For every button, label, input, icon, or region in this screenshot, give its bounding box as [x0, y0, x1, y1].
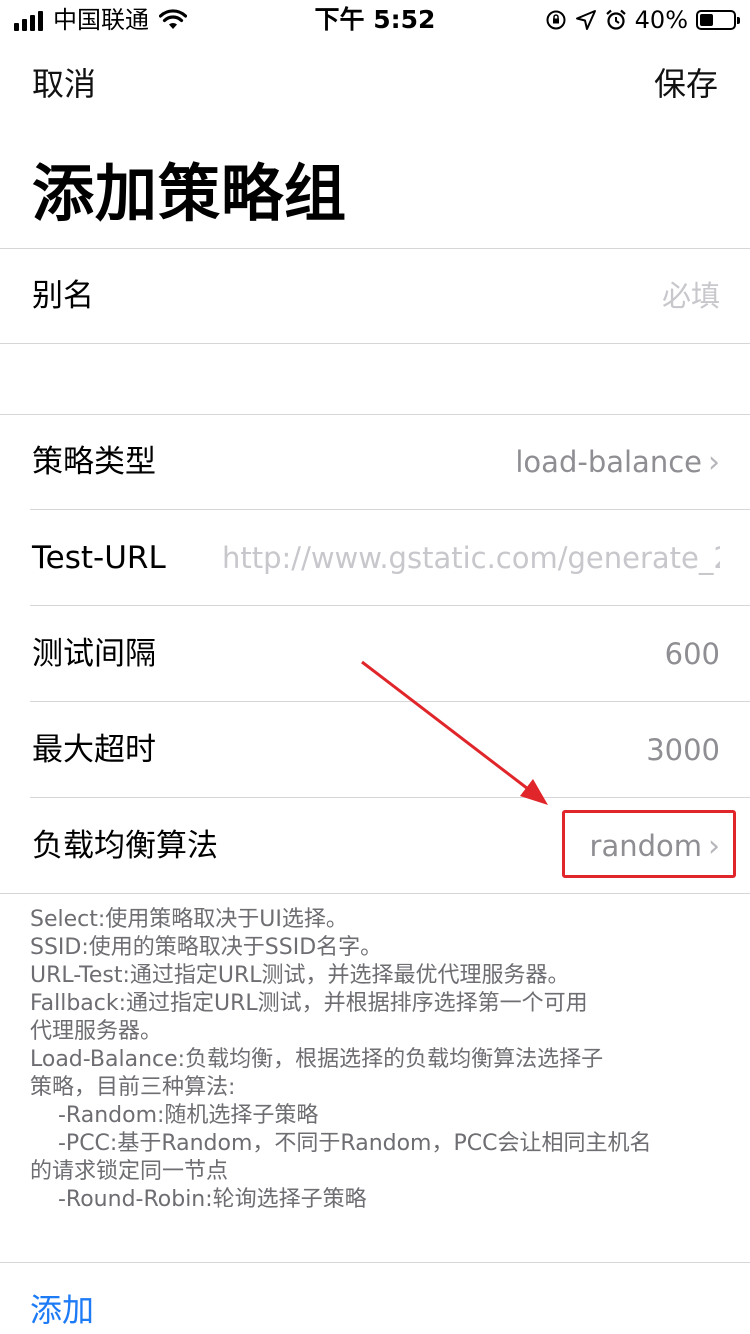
cancel-button[interactable]: 取消 [32, 62, 96, 106]
divider [30, 797, 750, 798]
add-policy-group-screen: 中国联通 下午 5:52 40% 取消 保存 添加策略组 别名 必填 策略类型 … [0, 0, 750, 1334]
page-title: 添加策略组 [32, 157, 348, 230]
test-url-label: Test-URL [32, 540, 166, 576]
test-interval-row[interactable]: 测试间隔 600 [0, 607, 750, 702]
max-timeout-row[interactable]: 最大超时 3000 [0, 703, 750, 798]
orientation-lock-icon [546, 10, 566, 30]
add-button[interactable]: 添加 [30, 1288, 94, 1332]
lb-algorithm-label: 负载均衡算法 [32, 828, 218, 864]
policy-type-value[interactable]: load-balance › [515, 415, 720, 510]
alias-label: 别名 [32, 278, 94, 314]
location-icon [575, 10, 596, 30]
policy-description: Select:使用策略取决于UI选择。 SSID:使用的策略取决于SSID名字。… [30, 907, 652, 1212]
alarm-icon [605, 9, 626, 30]
policy-type-label: 策略类型 [32, 444, 156, 480]
max-timeout-label: 最大超时 [32, 732, 156, 768]
divider [0, 1262, 750, 1263]
alias-input[interactable]: 必填 [662, 249, 720, 344]
policy-type-row[interactable]: 策略类型 load-balance › [0, 415, 750, 510]
divider [30, 605, 750, 606]
test-url-row[interactable]: Test-URL http://www.gstatic.com/generate… [0, 511, 750, 606]
battery-level [700, 14, 713, 26]
alias-row[interactable]: 别名 必填 [0, 249, 750, 344]
policy-type-text: load-balance [515, 445, 702, 479]
save-button[interactable]: 保存 [654, 62, 718, 106]
divider [30, 509, 750, 510]
divider [0, 893, 750, 894]
chevron-right-icon: › [708, 445, 720, 480]
divider [30, 701, 750, 702]
test-url-input[interactable]: http://www.gstatic.com/generate_204 [222, 511, 720, 606]
test-interval-label: 测试间隔 [32, 636, 156, 672]
battery-percent: 40% [634, 6, 688, 34]
status-right: 40% [545, 6, 740, 34]
status-bar: 中国联通 下午 5:52 40% [0, 0, 750, 40]
section-gap [0, 344, 750, 414]
max-timeout-input[interactable]: 3000 [646, 703, 720, 798]
annotation-highlight-box [562, 810, 736, 878]
test-interval-input[interactable]: 600 [665, 607, 720, 702]
battery-icon [696, 10, 740, 30]
